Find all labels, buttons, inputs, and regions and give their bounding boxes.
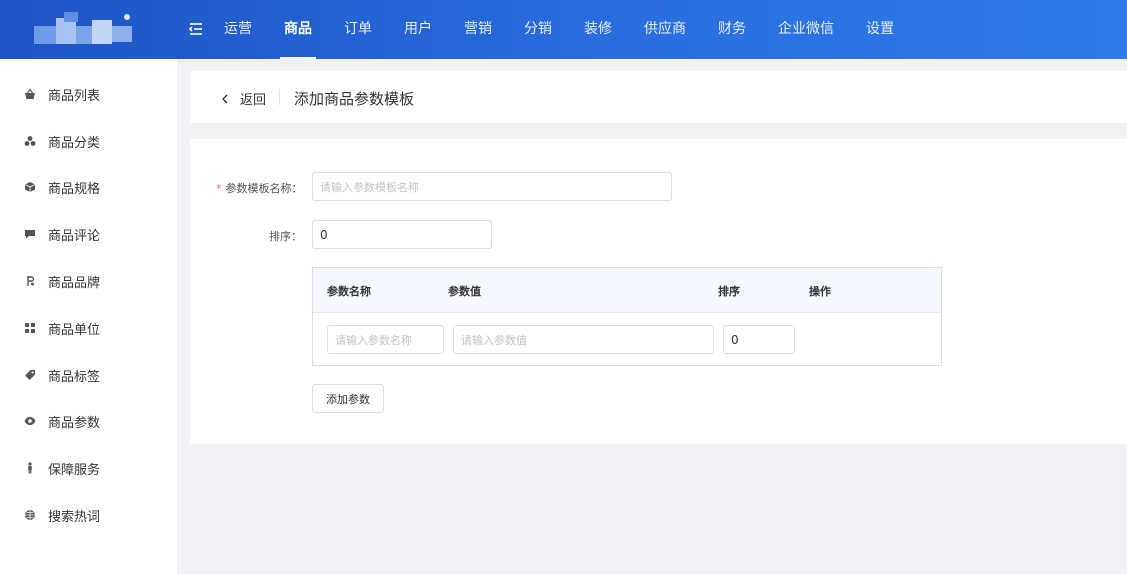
nav-item-wecom[interactable]: 企业微信 [766,0,846,59]
nav-item-settings[interactable]: 设置 [854,0,906,59]
top-navbar: 运营 商品 订单 用户 营销 分销 装修 供应商 财务 企业微信 设置 [0,0,1127,59]
sidebar-item-guarantee-service[interactable]: 保障服务 [0,450,177,486]
eye-icon [24,415,36,427]
sidebar-item-product-spec[interactable]: 商品规格 [0,169,177,205]
globe-icon [24,509,36,521]
menu-fold-icon[interactable] [188,22,203,36]
sidebar-item-product-params[interactable]: 商品参数 [0,403,177,439]
sidebar-item-label: 搜索热词 [48,509,101,525]
sidebar-item-hot-search[interactable]: 搜索热词 [0,497,177,533]
param-sort-input[interactable] [723,325,795,354]
template-name-label-text: 参数模板名称： [225,182,303,195]
template-name-input[interactable] [312,172,672,201]
divider [279,89,280,105]
tag-icon [24,369,36,381]
sidebar-item-product-tag[interactable]: 商品标签 [0,357,177,393]
param-value-input[interactable] [453,325,714,354]
params-table: 参数名称 参数值 排序 操作 [312,267,942,366]
sidebar-item-label: 商品分类 [48,135,101,151]
back-button[interactable]: 返回 [220,89,266,108]
nav-item-marketing[interactable]: 营销 [452,0,504,59]
nav-item-distribution[interactable]: 分销 [512,0,564,59]
sidebar-item-label: 商品单位 [48,322,101,338]
main-nav: 运营 商品 订单 用户 营销 分销 装修 供应商 财务 企业微信 设置 [212,0,914,59]
sidebar-item-product-comment[interactable]: 商品评论 [0,216,177,252]
nav-item-products[interactable]: 商品 [272,0,324,59]
sidebar-item-product-unit[interactable]: 商品单位 [0,310,177,346]
column-header-param-name: 参数名称 [327,285,371,298]
cube-icon [24,181,36,193]
sort-label: 排序： [269,230,302,243]
column-header-sort: 排序 [718,285,740,298]
basket-icon [24,88,36,100]
nav-item-supplier[interactable]: 供应商 [632,0,698,59]
nav-item-operations[interactable]: 运营 [212,0,264,59]
sidebar-item-product-brand[interactable]: 商品品牌 [0,263,177,299]
page-title: 添加商品参数模板 [294,90,415,108]
sidebar: 商品列表 商品分类 商品规格 商品评论 商品品牌 商品单位 商品标签 商品参数 … [0,59,177,574]
nav-item-users[interactable]: 用户 [392,0,444,59]
template-name-label: * 参数模板名称： [216,180,303,196]
required-mark: * [216,182,222,195]
back-label: 返回 [240,93,267,108]
sidebar-item-label: 商品评论 [48,228,101,244]
add-param-button[interactable]: 添加参数 [312,384,384,413]
comment-icon [24,228,36,240]
sidebar-item-label: 商品规格 [48,181,101,197]
sidebar-item-product-category[interactable]: 商品分类 [0,123,177,159]
nav-item-decoration[interactable]: 装修 [572,0,624,59]
sidebar-item-label: 商品列表 [48,88,101,104]
template-form: *参数模板名称： 排序： 参数名称 参数值 排序 操作 添加参数 [190,139,1127,444]
sidebar-item-label: 商品标签 [48,369,101,385]
sort-input[interactable] [312,220,492,249]
category-icon [24,135,36,147]
sidebar-item-label: 商品品牌 [48,275,101,291]
chevron-left-icon [222,94,228,103]
params-table-header: 参数名称 参数值 排序 操作 [313,268,941,313]
nav-item-finance[interactable]: 财务 [706,0,758,59]
nav-item-orders[interactable]: 订单 [332,0,384,59]
sidebar-item-product-list[interactable]: 商品列表 [0,76,177,112]
grid-icon [24,322,36,334]
sidebar-item-label: 商品参数 [48,415,101,431]
person-icon [24,462,36,474]
brand-logo[interactable] [34,12,132,48]
column-header-actions: 操作 [809,285,831,298]
param-name-input[interactable] [327,325,444,354]
sidebar-item-label: 保障服务 [48,462,101,478]
column-header-param-value: 参数值 [448,285,481,298]
brand-icon [24,275,36,287]
page-header: 返回 添加商品参数模板 [190,71,1127,123]
